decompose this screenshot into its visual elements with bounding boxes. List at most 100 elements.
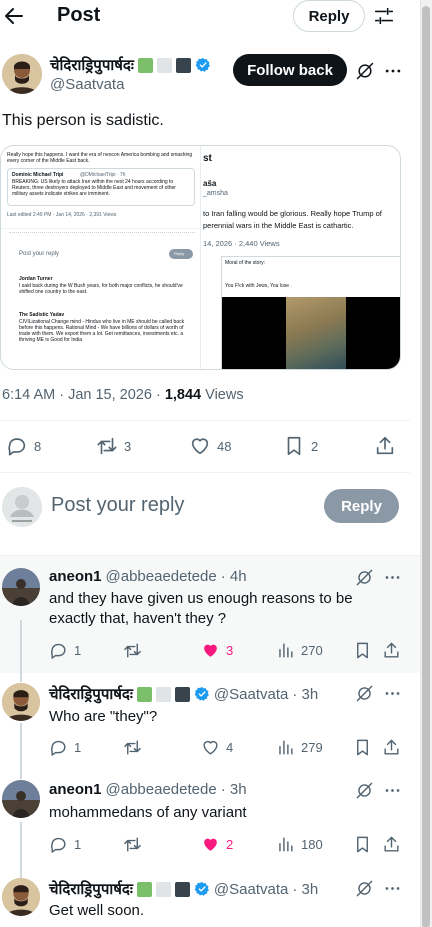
repost-action[interactable] — [123, 835, 142, 854]
more-icon[interactable] — [383, 61, 403, 81]
scrollbar-thumb[interactable] — [422, 6, 430, 927]
media-satellite — [286, 297, 346, 369]
reply-item[interactable]: चेदिराड्रिपुपार्षदः @Saatvata · 3h Who a… — [0, 673, 420, 768]
like-action[interactable]: 2 — [201, 835, 233, 854]
reply-action[interactable]: 1 — [49, 738, 81, 757]
reply-header: aneon1 @abbeaedetede · 4h — [49, 568, 247, 585]
reply-author-name[interactable]: aneon1 — [49, 568, 102, 585]
reply-count: 1 — [74, 740, 82, 755]
flag-square-3 — [174, 686, 190, 702]
share-action[interactable] — [382, 835, 401, 854]
bookmark-action[interactable] — [353, 641, 372, 660]
reply-action[interactable]: 1 — [49, 641, 81, 660]
bookmark-action[interactable]: 2 — [283, 435, 318, 457]
media-quoted-name: Dominic Michael Tripi — [12, 172, 64, 178]
bookmark-icon — [357, 739, 368, 756]
follow-back-button[interactable]: Follow back — [233, 54, 347, 86]
author-avatar[interactable] — [2, 54, 42, 94]
like-action[interactable]: 48 — [189, 435, 231, 457]
reply-text: mohammedans of any variant — [49, 804, 247, 821]
author-name[interactable]: चेदिराड्रिपुपार्षदः — [50, 55, 134, 75]
composer-reply-button[interactable]: Reply — [324, 489, 399, 523]
reply-avatar[interactable] — [2, 683, 40, 721]
media-moral: Moral of the story: — [225, 260, 266, 266]
filter-icon[interactable] — [373, 5, 395, 27]
more-icon[interactable] — [383, 568, 402, 587]
share-icon — [384, 739, 399, 755]
more-icon[interactable] — [383, 781, 402, 800]
reply-author-handle[interactable]: @abbeaedetede — [106, 781, 217, 798]
reply-author-handle[interactable]: @Saatvata — [214, 686, 288, 703]
divider-top — [0, 420, 410, 421]
repost-action[interactable]: 3 — [96, 435, 131, 457]
flag-square-1 — [137, 57, 153, 73]
repost-icon — [124, 740, 141, 755]
grok-icon[interactable] — [355, 61, 375, 81]
more-icon[interactable] — [383, 684, 402, 703]
share-action[interactable] — [382, 738, 401, 757]
reply-time[interactable]: · 3h — [292, 881, 318, 898]
media-left-card: Really hope this happens. I want the era… — [1, 146, 201, 369]
reply-time[interactable]: · 4h — [221, 568, 247, 585]
flag-square-2 — [156, 57, 172, 73]
flag-square-1 — [136, 686, 152, 702]
bookmark-count: 2 — [311, 438, 319, 454]
like-action[interactable]: 4 — [201, 738, 233, 757]
composer-input[interactable]: Post your reply — [51, 494, 184, 517]
share-action[interactable] — [382, 641, 401, 660]
bookmark-action[interactable] — [353, 738, 372, 757]
media-right-card: st aša _amsha to Iran falling would be g… — [201, 146, 400, 369]
author-handle[interactable]: @Saatvata — [50, 76, 124, 93]
reply-avatar[interactable] — [2, 780, 40, 818]
reply-item[interactable]: aneon1 @abbeaedetede · 3h mohammedans of… — [0, 770, 420, 868]
bookmark-action[interactable] — [353, 835, 372, 854]
post-media-image[interactable]: Really hope this happens. I want the era… — [0, 145, 401, 370]
views-action[interactable]: 180 — [276, 835, 323, 854]
share-action[interactable] — [374, 435, 396, 457]
repost-action[interactable] — [123, 738, 142, 757]
reply-action[interactable]: 1 — [49, 835, 81, 854]
views-action[interactable]: 279 — [276, 738, 323, 757]
views-icon — [279, 643, 293, 658]
reply-action[interactable]: 8 — [6, 435, 41, 457]
grok-icon[interactable] — [355, 568, 374, 587]
reply-action-bar: 1 3 270 — [49, 641, 404, 661]
post-time[interactable]: 6:14 AM · Jan 15, 2026 · — [2, 387, 165, 403]
views-action[interactable]: 270 — [276, 641, 323, 660]
reply-author-name[interactable]: चेदिराड्रिपुपार्षदः — [49, 684, 133, 704]
reply-time[interactable]: · 3h — [292, 686, 318, 703]
reply-author-name[interactable]: aneon1 — [49, 781, 102, 798]
media-reply-pill-label: Reply — [174, 251, 185, 256]
reply-item[interactable]: चेदिराड्रिपुपार्षदः @Saatvata · 3h Get w… — [0, 868, 420, 927]
reply-author-name[interactable]: चेदिराड्रिपुपार्षदः — [49, 879, 133, 899]
media-right-handle: _amsha — [203, 190, 228, 197]
grok-icon[interactable] — [355, 684, 374, 703]
reply-item[interactable]: aneon1 @abbeaedetede · 4h and they have … — [0, 556, 420, 673]
reply-action-bar: 1 2 180 — [49, 835, 404, 855]
composer-avatar[interactable] — [2, 487, 42, 527]
bookmark-icon — [357, 642, 368, 659]
more-icon[interactable] — [383, 879, 402, 898]
header-reply-button[interactable]: Reply — [293, 0, 365, 32]
post-timestamp[interactable]: 6:14 AM · Jan 15, 2026 · 1,844 Views — [2, 387, 244, 403]
grok-icon[interactable] — [355, 781, 374, 800]
reply-avatar[interactable] — [2, 568, 40, 606]
media-reply1-name: Jordan Turner — [19, 276, 53, 282]
reply-icon — [51, 837, 66, 853]
share-icon — [384, 836, 399, 852]
reply-icon — [51, 740, 66, 756]
media-right-image: Moral of the story: You F!ck with Jews, … — [221, 256, 400, 369]
flag-square-3 — [175, 57, 191, 73]
scrollbar[interactable] — [420, 0, 432, 927]
reply-author-handle[interactable]: @abbeaedetede — [106, 568, 217, 585]
share-icon — [384, 642, 399, 658]
grok-icon[interactable] — [355, 879, 374, 898]
repost-action[interactable] — [123, 641, 142, 660]
flag-square-2 — [155, 686, 171, 702]
reply-author-handle[interactable]: @Saatvata — [214, 881, 288, 898]
reply-time[interactable]: · 3h — [221, 781, 247, 798]
reply-avatar[interactable] — [2, 878, 40, 916]
like-action[interactable]: 3 — [201, 641, 233, 660]
back-arrow-icon[interactable] — [2, 4, 26, 28]
reply-text: Who are "they"? — [49, 708, 158, 725]
